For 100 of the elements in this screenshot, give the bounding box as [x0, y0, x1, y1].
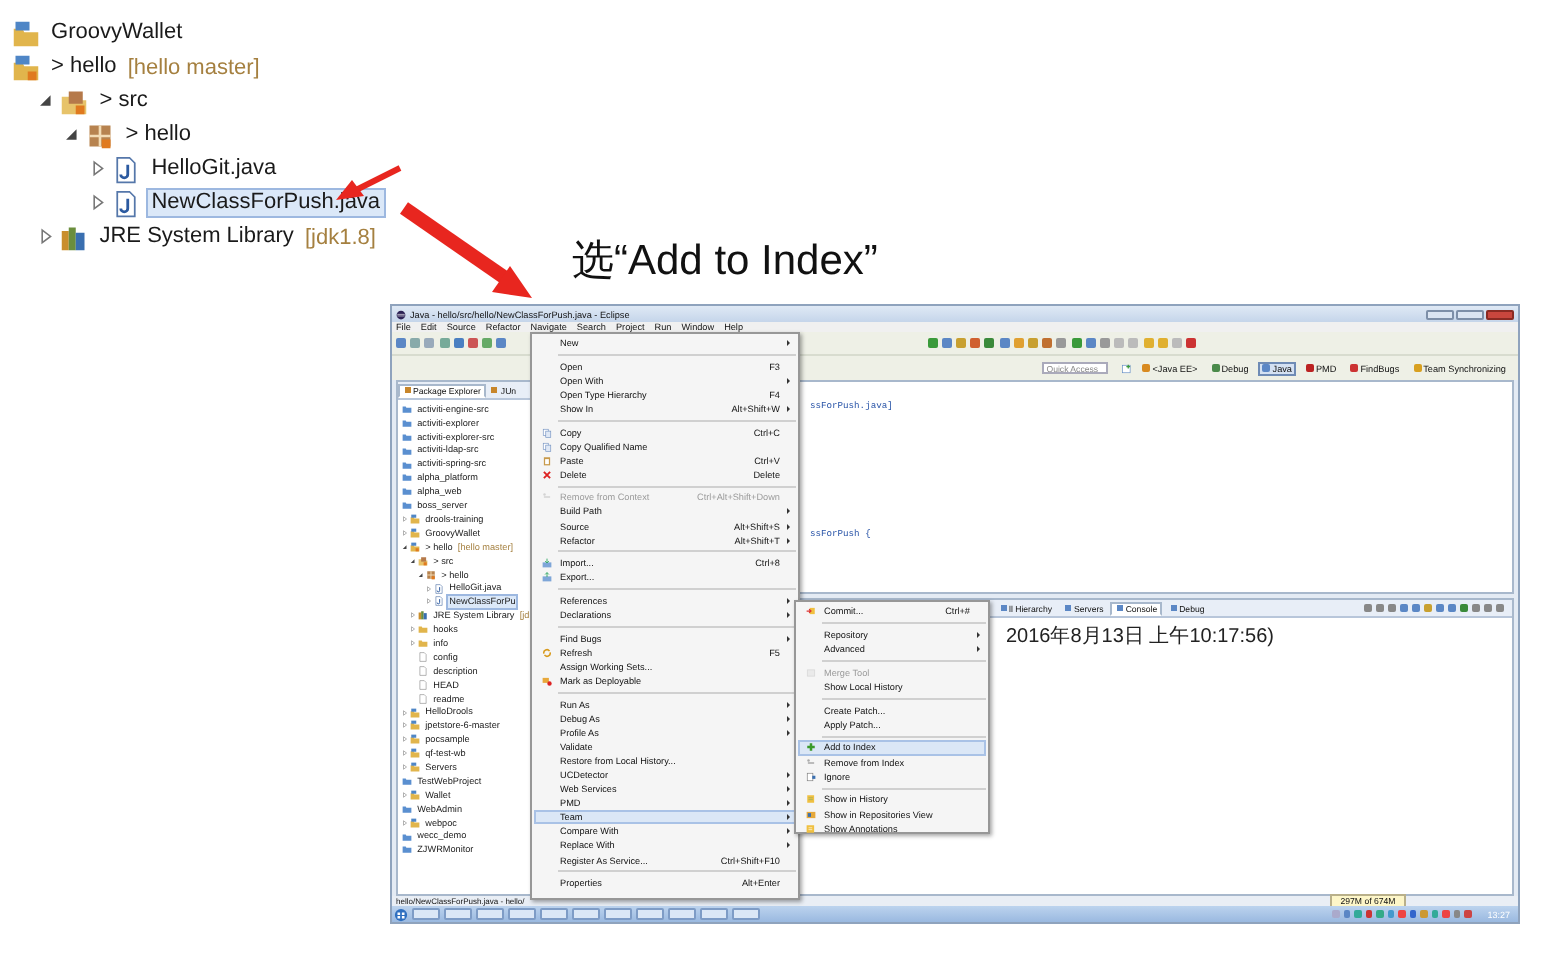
- collapsed-arrow-icon[interactable]: [90, 194, 107, 212]
- view-icon: [999, 604, 1007, 612]
- package-icon: [86, 121, 115, 149]
- eclipse-logo-icon: [396, 309, 406, 319]
- minimize-button[interactable]: [1426, 309, 1454, 319]
- project-folder-icon: [410, 541, 420, 552]
- caption-text: 选“Add to Index”: [572, 236, 878, 288]
- submenu-arrow-icon: [785, 405, 790, 412]
- refresh-icon: [541, 647, 551, 658]
- java-file-icon: [112, 189, 141, 217]
- history-icon: [805, 794, 815, 805]
- tree-item[interactable]: GroovyWallet: [45, 18, 188, 48]
- collapsed-arrow-icon[interactable]: [402, 736, 408, 743]
- collapsed-arrow-icon[interactable]: [38, 228, 55, 246]
- collapsed-arrow-icon[interactable]: [410, 612, 416, 619]
- submenu-arrow-icon: [785, 377, 790, 384]
- taskbar-app-button[interactable]: [540, 908, 568, 920]
- perspective-icon: [1350, 364, 1359, 372]
- project-folder-icon: [410, 734, 420, 745]
- taskbar-app-button[interactable]: [508, 908, 536, 920]
- project-folder-icon: [410, 762, 420, 773]
- taskbar-app-button[interactable]: [476, 908, 504, 920]
- expanded-arrow-icon[interactable]: [402, 543, 408, 550]
- expanded-arrow-icon[interactable]: [410, 557, 416, 564]
- submenu-arrow-icon: [785, 771, 790, 778]
- collapsed-arrow-icon[interactable]: [402, 791, 408, 798]
- tree-item[interactable]: > hello: [119, 120, 197, 150]
- collapsed-arrow-icon[interactable]: [426, 585, 432, 592]
- remove-icon: [541, 492, 551, 503]
- package-icon: [426, 569, 436, 580]
- clipboard-icon: [541, 455, 551, 466]
- project-folder-icon: [410, 748, 420, 759]
- taskbar-app-button[interactable]: [604, 908, 632, 920]
- branch-label: [jdk1.8]: [304, 225, 376, 249]
- collapsed-arrow-icon[interactable]: [402, 529, 408, 536]
- tree-item[interactable]: NewClassForPush.java: [145, 188, 386, 218]
- taskbar-app-button[interactable]: [732, 908, 760, 920]
- folder-icon: [402, 803, 412, 814]
- view-icon: [1169, 604, 1178, 612]
- view-icon: [1064, 604, 1072, 612]
- taskbar-app-button[interactable]: [668, 908, 696, 920]
- view-icon: [490, 386, 499, 394]
- submenu-arrow-icon: [785, 612, 790, 619]
- project-folder-icon: [12, 53, 40, 81]
- collapsed-arrow-icon[interactable]: [410, 626, 416, 633]
- add-icon: [805, 742, 815, 753]
- project-folder-icon: [410, 789, 420, 800]
- tree-item[interactable]: > hello: [45, 52, 123, 82]
- collapsed-arrow-icon[interactable]: [402, 709, 408, 716]
- folder-icon: [402, 775, 412, 786]
- library-books-icon: [418, 610, 428, 621]
- expanded-arrow-icon[interactable]: [418, 571, 424, 578]
- collapsed-arrow-icon[interactable]: [402, 819, 408, 826]
- collapsed-arrow-icon[interactable]: [426, 598, 432, 605]
- deploy-icon: [541, 675, 551, 686]
- view-icon: [1115, 604, 1124, 612]
- expanded-arrow-icon[interactable]: [64, 126, 81, 144]
- collapsed-arrow-icon[interactable]: [90, 160, 107, 178]
- console-output: 2016年8月13日 上午10:17:56): [1006, 623, 1274, 650]
- delete-icon: [541, 469, 551, 480]
- branch-label: [hello master]: [127, 55, 260, 79]
- collapsed-arrow-icon[interactable]: [402, 750, 408, 757]
- tree-item[interactable]: JRE System Library: [93, 222, 300, 252]
- view-icon: [403, 386, 411, 394]
- collapsed-arrow-icon[interactable]: [402, 516, 408, 523]
- submenu-arrow-icon: [785, 635, 790, 642]
- project-folder-icon: [410, 817, 420, 828]
- taskbar-app-button[interactable]: [700, 908, 728, 920]
- source-folder-icon: [60, 87, 89, 115]
- tree-item[interactable]: HelloGit.java: [145, 154, 282, 184]
- expanded-arrow-icon[interactable]: [38, 92, 55, 110]
- taskbar-app-button[interactable]: [444, 908, 472, 920]
- repository-icon: [805, 809, 815, 820]
- perspective-icon: [1262, 364, 1271, 372]
- submenu-arrow-icon: [785, 340, 790, 347]
- close-button[interactable]: [1486, 309, 1514, 319]
- open-perspective-icon[interactable]: [1122, 363, 1133, 373]
- submenu-arrow-icon: [785, 597, 790, 604]
- perspective-icon: [1142, 364, 1151, 372]
- remove-icon: [805, 757, 815, 768]
- ignore-icon: [805, 771, 815, 782]
- collapsed-arrow-icon[interactable]: [402, 764, 408, 771]
- collapsed-arrow-icon[interactable]: [410, 640, 416, 647]
- project-folder-icon: [12, 19, 40, 47]
- source-folder-icon: [418, 555, 428, 566]
- perspective-icon: [1211, 364, 1220, 372]
- collapsed-arrow-icon[interactable]: [402, 722, 408, 729]
- taskbar-app-button[interactable]: [636, 908, 664, 920]
- commit-icon: [805, 606, 815, 617]
- merge-icon: [805, 667, 815, 678]
- taskbar-app-button[interactable]: [412, 908, 440, 920]
- perspective-icon: [1413, 364, 1422, 372]
- perspective-icon: [1305, 364, 1314, 372]
- tree-item[interactable]: > src: [93, 86, 154, 116]
- taskbar-app-button[interactable]: [572, 908, 600, 920]
- import-icon: [541, 558, 551, 569]
- start-button-icon[interactable]: [394, 907, 408, 921]
- export-icon: [541, 572, 551, 583]
- library-books-icon: [60, 223, 89, 251]
- submenu-arrow-icon: [785, 508, 790, 515]
